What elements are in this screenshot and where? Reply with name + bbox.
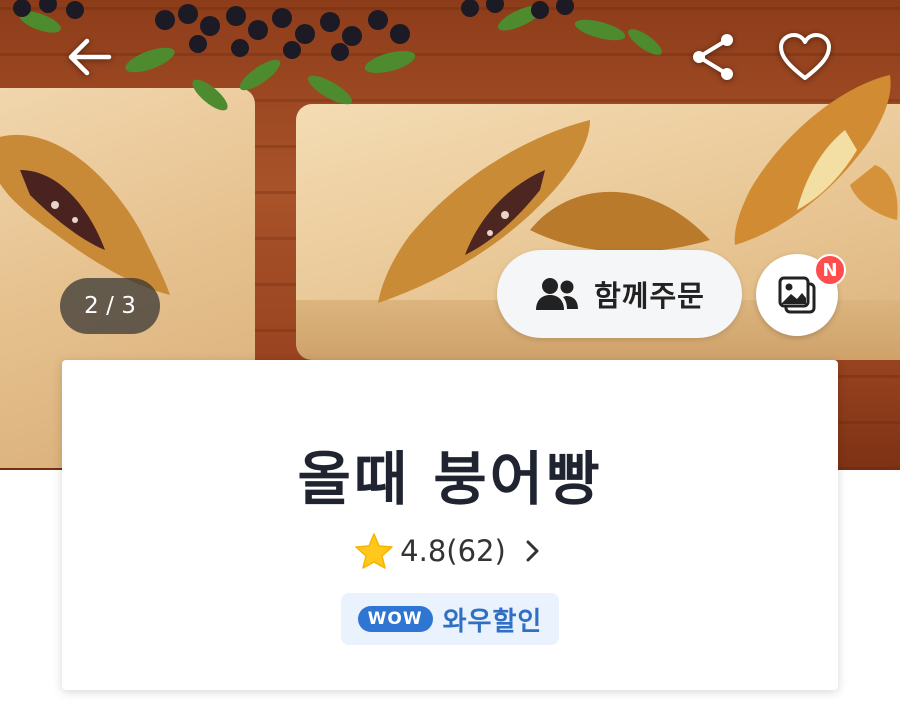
- review-count: (62): [446, 534, 506, 568]
- image-counter: 2 / 3: [60, 278, 160, 334]
- share-icon: [693, 34, 733, 80]
- wow-pill: WOW: [357, 606, 433, 632]
- image-counter-total: 3: [121, 293, 136, 319]
- image-counter-current: 2: [84, 293, 99, 319]
- share-button[interactable]: [682, 26, 744, 88]
- heart-icon: [779, 33, 831, 80]
- like-button[interactable]: [774, 26, 836, 88]
- rating-link[interactable]: 4.8 (62): [62, 532, 838, 570]
- group-order-button[interactable]: 함께주문: [497, 250, 742, 338]
- photo-gallery-icon: [778, 276, 816, 314]
- wow-discount-tag: WOW 와우할인: [341, 593, 559, 645]
- group-order-label: 함께주문: [594, 279, 705, 313]
- rating-value: 4.8: [400, 534, 447, 568]
- new-badge: N: [814, 254, 846, 286]
- fish-bread-middle: [530, 191, 710, 252]
- chevron-right-icon: [526, 540, 539, 562]
- wow-discount-label: 와우할인: [442, 606, 543, 637]
- fish-bread-right: [734, 75, 898, 245]
- star-icon: [355, 533, 393, 569]
- people-icon: [536, 278, 579, 310]
- back-button[interactable]: [58, 26, 120, 88]
- store-name: 올때 붕어빵: [297, 445, 603, 513]
- arrow-left-icon: [68, 38, 112, 76]
- store-info-card: 올때 붕어빵 4.8 (62) WOW 와우할인: [62, 360, 838, 690]
- image-counter-separator: /: [98, 293, 122, 319]
